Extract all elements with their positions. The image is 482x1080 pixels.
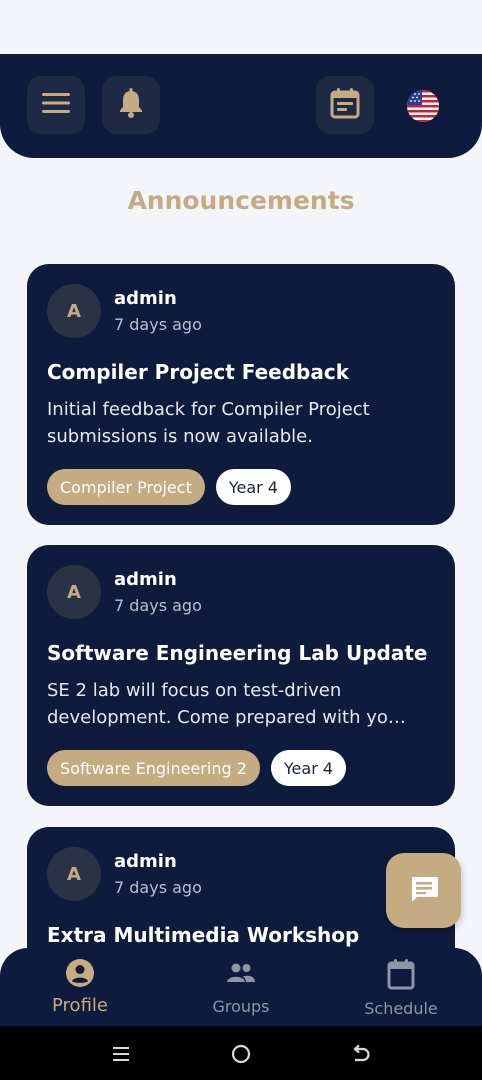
course-tag[interactable]: Compiler Project — [47, 469, 205, 505]
notifications-button[interactable] — [102, 76, 160, 134]
menu-icon — [41, 91, 71, 119]
nav-label-profile: Profile — [52, 995, 108, 1016]
post-time: 7 days ago — [114, 878, 202, 897]
calendar-icon — [330, 87, 360, 123]
author-name: admin — [114, 851, 177, 872]
bottom-navigation: Profile Groups Schedule — [0, 948, 482, 1026]
page-title: Announcements — [127, 186, 355, 215]
chat-button[interactable] — [386, 853, 461, 928]
nav-item-groups[interactable]: Groups — [186, 958, 296, 1016]
bell-icon — [117, 88, 145, 122]
status-bar — [0, 0, 482, 54]
post-time: 7 days ago — [114, 315, 202, 334]
calendar-button[interactable] — [316, 76, 374, 134]
app-header — [0, 54, 482, 158]
announcement-card[interactable]: A admin 7 days ago Software Engineering … — [27, 545, 455, 806]
groups-icon — [225, 958, 257, 992]
year-tag[interactable]: Year 4 — [215, 469, 291, 505]
nav-item-profile[interactable]: Profile — [25, 958, 135, 1016]
schedule-icon — [386, 958, 416, 994]
announcement-body-line: SE 2 lab will focus on test-driven — [47, 680, 342, 701]
tag-list: Compiler Project Year 4 — [47, 469, 291, 505]
tag-list: Software Engineering 2 Year 4 — [47, 750, 347, 786]
announcement-title: Software Engineering Lab Update — [47, 641, 428, 665]
us-flag-icon[interactable] — [407, 90, 439, 122]
author-name: admin — [114, 288, 177, 309]
announcement-body-line: development. Come prepared with yo… — [47, 707, 406, 728]
announcement-body-line: Initial feedback for Compiler Project — [47, 399, 370, 420]
avatar: A — [47, 284, 101, 338]
system-nav-bar — [0, 1026, 482, 1080]
nav-label-groups: Groups — [212, 997, 270, 1016]
nav-label-schedule: Schedule — [364, 999, 438, 1018]
announcement-card[interactable]: A admin 7 days ago Compiler Project Feed… — [27, 264, 455, 525]
post-time: 7 days ago — [114, 596, 202, 615]
author-name: admin — [114, 569, 177, 590]
profile-icon — [65, 958, 95, 992]
chat-icon — [409, 875, 439, 907]
avatar: A — [47, 565, 101, 619]
menu-button[interactable] — [27, 76, 85, 134]
nav-item-schedule[interactable]: Schedule — [346, 958, 456, 1018]
announcement-title: Compiler Project Feedback — [47, 360, 350, 384]
announcement-title: Extra Multimedia Workshop — [47, 923, 360, 947]
announcement-body: SE 2 lab will focus on test-driven devel… — [47, 677, 427, 731]
avatar: A — [47, 847, 101, 901]
recents-icon[interactable] — [110, 1043, 132, 1065]
year-tag[interactable]: Year 4 — [270, 750, 347, 786]
home-icon[interactable] — [230, 1043, 252, 1065]
course-tag[interactable]: Software Engineering 2 — [47, 750, 260, 786]
announcement-body: Initial feedback for Compiler Project su… — [47, 396, 427, 450]
back-icon[interactable] — [350, 1043, 372, 1065]
announcement-body-line: submissions is now available. — [47, 426, 313, 447]
